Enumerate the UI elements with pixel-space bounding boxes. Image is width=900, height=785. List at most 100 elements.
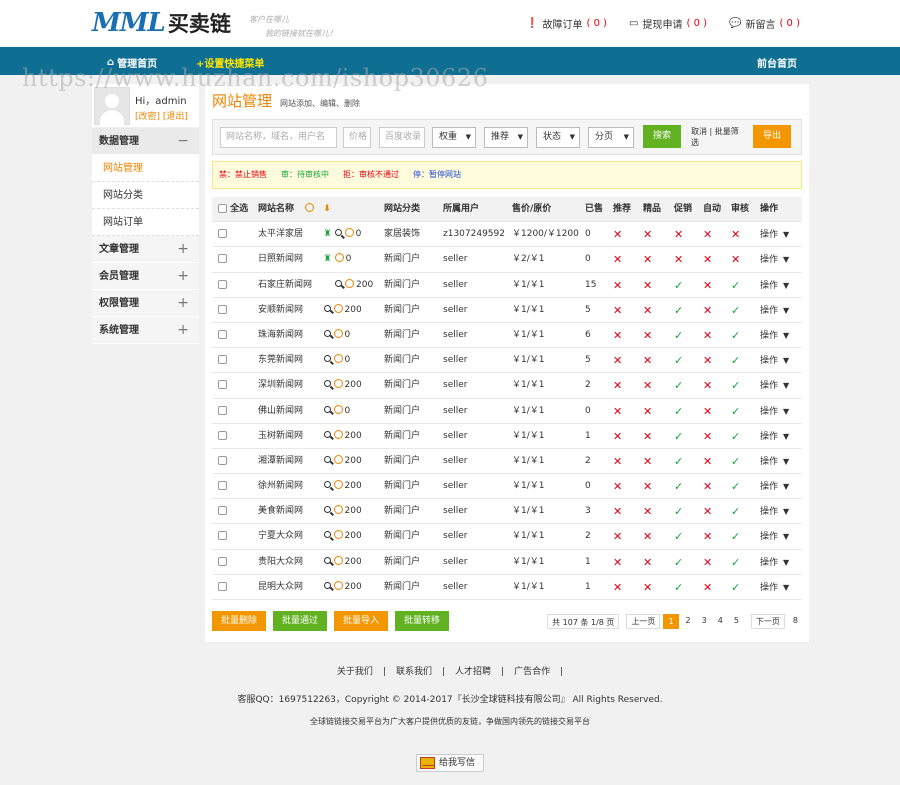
featured-cross-icon[interactable]: ✕ (643, 373, 652, 398)
withdraw-requests-link[interactable]: ▭ 提现申请 ( 0 ) (629, 16, 707, 31)
promo-check-icon[interactable]: ✓ (674, 474, 683, 499)
page-button[interactable]: 1 (663, 614, 679, 629)
audit-check-icon[interactable]: ✓ (731, 323, 740, 348)
site-name[interactable]: 昆明大众网 (258, 575, 303, 600)
row-checkbox[interactable] (218, 247, 227, 272)
auto-cross-icon[interactable]: ✕ (703, 575, 712, 600)
search-icon[interactable] (323, 380, 331, 388)
featured-cross-icon[interactable]: ✕ (643, 399, 652, 424)
promo-check-icon[interactable]: ✓ (674, 373, 683, 398)
site-name[interactable]: 贵阳大众网 (258, 550, 303, 575)
batch-filter-link[interactable]: 取消 | 批量筛选 (691, 126, 741, 148)
logout-link[interactable]: [退出] (163, 112, 188, 122)
promo-check-icon[interactable]: ✓ (674, 524, 683, 549)
auto-cross-icon[interactable]: ✕ (703, 474, 712, 499)
search-icon[interactable] (323, 329, 331, 337)
sidebar-group-permissions[interactable]: 权限管理 + (92, 290, 199, 317)
search-icon[interactable] (323, 430, 331, 438)
featured-cross-icon[interactable]: ✕ (643, 499, 652, 524)
row-actions-dropdown[interactable]: 操作 ▼ (760, 424, 789, 450)
row-actions-dropdown[interactable]: 操作 ▼ (760, 348, 789, 374)
row-checkbox[interactable] (218, 524, 227, 549)
featured-cross-icon[interactable]: ✕ (643, 575, 652, 600)
audit-check-icon[interactable]: ✓ (731, 298, 740, 323)
featured-cross-icon[interactable]: ✕ (643, 424, 652, 449)
page-button[interactable]: 4 (714, 614, 727, 629)
auto-cross-icon[interactable]: ✕ (703, 524, 712, 549)
site-name[interactable]: 珠海新闻网 (258, 323, 303, 348)
sidebar-group-articles[interactable]: 文章管理 + (92, 236, 199, 263)
checkbox[interactable] (218, 355, 227, 365)
recommend-cross-icon[interactable]: ✕ (613, 499, 622, 524)
row-checkbox[interactable] (218, 298, 227, 323)
row-actions-dropdown[interactable]: 操作 ▼ (760, 499, 789, 525)
recommend-cross-icon[interactable]: ✕ (613, 399, 622, 424)
checkbox[interactable] (218, 229, 227, 239)
checkbox[interactable] (218, 506, 227, 516)
site-name[interactable]: 日照新闻网 (258, 247, 303, 272)
nav-front-home[interactable]: 前台首页 (757, 55, 797, 70)
audit-check-icon[interactable]: ✓ (731, 424, 740, 449)
checkbox[interactable] (218, 405, 227, 415)
promo-check-icon[interactable]: ✓ (674, 323, 683, 348)
promo-cross-icon[interactable]: ✕ (674, 247, 683, 272)
audit-check-icon[interactable]: ✓ (731, 575, 740, 600)
bulk-transfer-button[interactable]: 批量转移 (395, 611, 450, 631)
recommend-cross-icon[interactable]: ✕ (613, 222, 622, 247)
recommend-cross-icon[interactable]: ✕ (613, 348, 622, 373)
auto-cross-icon[interactable]: ✕ (703, 323, 712, 348)
select-all[interactable]: 全选 (218, 197, 248, 222)
site-name[interactable]: 美食新闻网 (258, 499, 303, 524)
footer-jobs-link[interactable]: 人才招聘 (455, 667, 491, 677)
sidebar-item-site-orders[interactable]: 网站订单 (92, 209, 199, 236)
row-actions-dropdown[interactable]: 操作 ▼ (760, 323, 789, 349)
checkbox[interactable] (218, 204, 227, 213)
audit-cross-icon[interactable]: ✕ (731, 222, 740, 247)
row-actions-dropdown[interactable]: 操作 ▼ (760, 373, 789, 399)
row-actions-dropdown[interactable]: 操作 ▼ (760, 399, 789, 425)
row-checkbox[interactable] (218, 499, 227, 524)
checkbox[interactable] (218, 430, 227, 440)
nav-quick-menu[interactable]: +设置快捷菜单 (196, 55, 264, 70)
price-input[interactable]: 价格 (343, 127, 371, 148)
new-messages-link[interactable]: 💬 新留言 ( 0 ) (729, 16, 800, 31)
audit-check-icon[interactable]: ✓ (731, 348, 740, 373)
search-icon[interactable] (323, 481, 331, 489)
featured-cross-icon[interactable]: ✕ (643, 348, 652, 373)
checkbox[interactable] (218, 556, 227, 566)
checkbox[interactable] (218, 531, 227, 541)
audit-check-icon[interactable]: ✓ (731, 499, 740, 524)
row-checkbox[interactable] (218, 474, 227, 499)
keyword-input[interactable]: 网站名称，域名，用户名 (220, 127, 337, 148)
checkbox[interactable] (218, 329, 227, 339)
row-checkbox[interactable] (218, 348, 227, 373)
search-icon[interactable] (323, 405, 331, 413)
featured-cross-icon[interactable]: ✕ (643, 524, 652, 549)
sidebar-item-site-category[interactable]: 网站分类 (92, 182, 199, 209)
change-password-link[interactable]: [改密] (135, 112, 160, 122)
promo-check-icon[interactable]: ✓ (674, 273, 683, 298)
promo-check-icon[interactable]: ✓ (674, 575, 683, 600)
row-actions-dropdown[interactable]: 操作 ▼ (760, 524, 789, 550)
checkbox[interactable] (218, 481, 227, 491)
sort-icon[interactable] (305, 203, 315, 212)
checkbox[interactable] (218, 455, 227, 465)
promo-check-icon[interactable]: ✓ (674, 499, 683, 524)
audit-check-icon[interactable]: ✓ (731, 449, 740, 474)
auto-cross-icon[interactable]: ✕ (703, 247, 712, 272)
row-checkbox[interactable] (218, 323, 227, 348)
search-icon[interactable] (323, 355, 331, 363)
row-actions-dropdown[interactable]: 操作 ▼ (760, 273, 789, 299)
row-checkbox[interactable] (218, 373, 227, 398)
site-name[interactable]: 石家庄新闻网 (258, 273, 312, 298)
featured-cross-icon[interactable]: ✕ (643, 273, 652, 298)
featured-cross-icon[interactable]: ✕ (643, 298, 652, 323)
row-checkbox[interactable] (218, 399, 227, 424)
recommend-cross-icon[interactable]: ✕ (613, 424, 622, 449)
page-button[interactable]: 2 (682, 614, 695, 629)
row-checkbox[interactable] (218, 424, 227, 449)
featured-cross-icon[interactable]: ✕ (643, 474, 652, 499)
row-checkbox[interactable] (218, 222, 227, 247)
auto-cross-icon[interactable]: ✕ (703, 499, 712, 524)
search-button[interactable]: 搜索 (643, 125, 681, 148)
